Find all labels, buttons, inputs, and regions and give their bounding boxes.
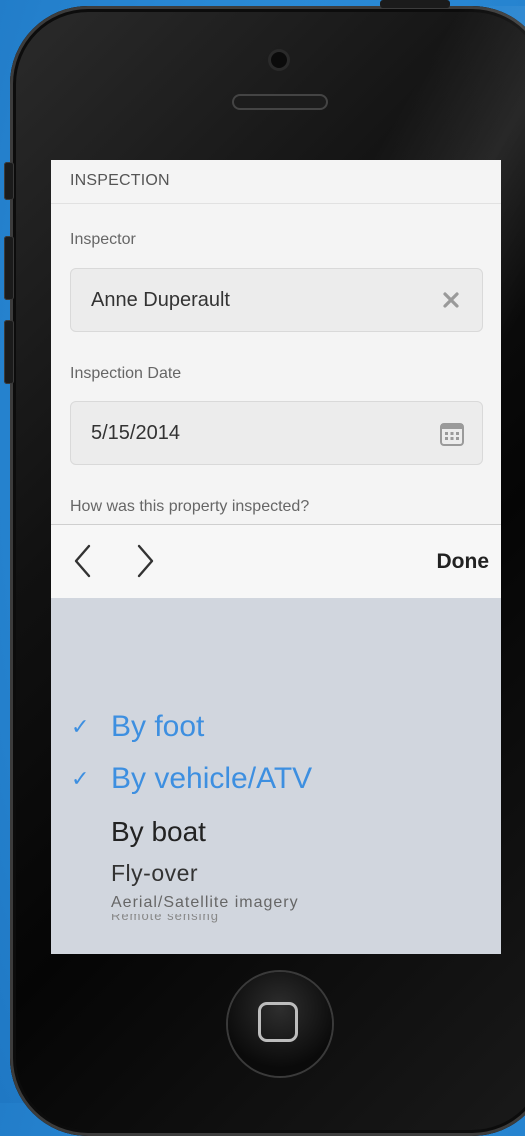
- inspector-field[interactable]: Anne Duperault: [70, 268, 483, 332]
- picker-option-by-foot[interactable]: ✓ By foot: [51, 708, 501, 748]
- inspection-date-field[interactable]: 5/15/2014: [70, 401, 483, 465]
- picker-toolbar: Done: [51, 524, 501, 598]
- inspection-date-value: 5/15/2014: [91, 422, 180, 444]
- volume-down-button: [4, 320, 14, 384]
- picker-option-label: By vehicle/ATV: [111, 762, 313, 795]
- picker-option-by-boat[interactable]: By boat: [51, 814, 501, 850]
- chevron-left-icon[interactable]: [69, 541, 97, 581]
- picker-option-label: By boat: [111, 816, 206, 847]
- picker-option-label: Remote sensing: [111, 914, 219, 923]
- close-icon[interactable]: [442, 291, 460, 309]
- picker-option-label: Fly-over: [111, 860, 199, 886]
- earpiece-speaker: [232, 94, 328, 110]
- multi-select-picker[interactable]: ✓ By foot ✓ By vehicle/ATV By boat Fly-o…: [51, 598, 501, 954]
- chevron-right-icon[interactable]: [131, 541, 159, 581]
- app-screen: INSPECTION Inspector Anne Duperault Insp…: [51, 160, 501, 954]
- picker-option-by-vehicle[interactable]: ✓ By vehicle/ATV: [51, 760, 501, 800]
- calendar-icon[interactable]: [438, 420, 466, 448]
- picker-option-label: Aerial/Satellite imagery: [111, 894, 299, 911]
- home-square-icon: [258, 1002, 298, 1042]
- picker-option-label: By foot: [111, 710, 205, 743]
- done-button[interactable]: Done: [437, 550, 490, 574]
- inspector-value: Anne Duperault: [91, 289, 230, 311]
- inspector-label: Inspector: [70, 231, 136, 248]
- front-camera: [271, 52, 287, 68]
- checkmark-icon: ✓: [71, 766, 90, 791]
- home-button[interactable]: [228, 972, 332, 1076]
- sleep-button: [380, 0, 450, 8]
- section-title: INSPECTION: [51, 160, 501, 204]
- volume-up-button: [4, 236, 14, 300]
- checkmark-icon: ✓: [71, 714, 90, 739]
- picker-option-remote[interactable]: Remote sensing: [51, 914, 501, 926]
- picker-option-aerial[interactable]: Aerial/Satellite imagery: [51, 894, 501, 914]
- picker-option-fly-over[interactable]: Fly-over: [51, 860, 501, 888]
- inspection-method-question: How was this property inspected?: [70, 498, 310, 515]
- inspection-date-label: Inspection Date: [70, 365, 182, 382]
- mute-switch: [4, 162, 14, 200]
